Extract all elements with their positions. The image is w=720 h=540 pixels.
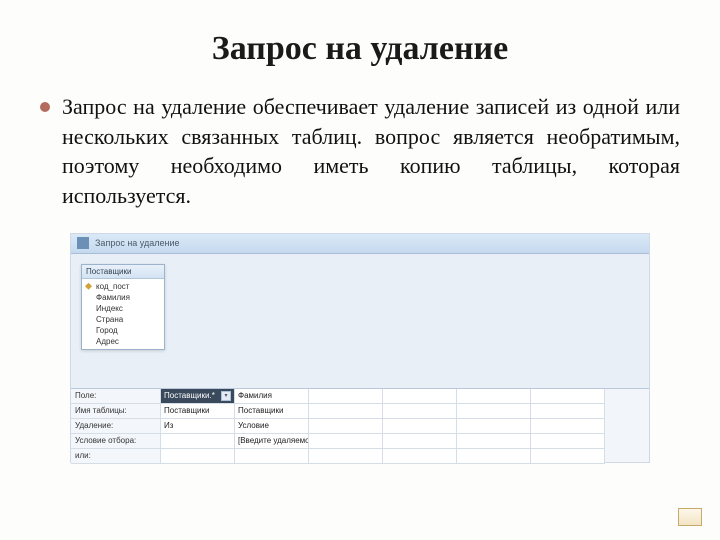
design-grid: Поле: Имя таблицы: Удаление: Условие отб… (71, 389, 649, 464)
grid-cell-field[interactable]: Фамилия (235, 389, 308, 404)
app-icon (77, 237, 89, 249)
grid-cell-criteria[interactable]: [Введите удаляемого] (235, 434, 308, 449)
field-item[interactable]: Страна (82, 314, 164, 325)
field-item[interactable]: код_пост (82, 281, 164, 292)
row-header-table: Имя таблицы: (71, 404, 161, 419)
grid-column-2[interactable]: Фамилия Поставщики Условие [Введите удал… (235, 389, 309, 464)
field-item[interactable]: Адрес (82, 336, 164, 347)
bullet-icon (40, 102, 50, 112)
embedded-screenshot: Запрос на удаление Поставщики код_пост Ф… (70, 233, 650, 463)
row-header-delete: Удаление: (71, 419, 161, 434)
row-header-or: или: (71, 449, 161, 464)
chevron-down-icon[interactable]: ▾ (221, 391, 231, 401)
grid-row-headers: Поле: Имя таблицы: Удаление: Условие отб… (71, 389, 161, 464)
window-title: Запрос на удаление (95, 238, 180, 248)
grid-cell-table[interactable]: Поставщики (161, 404, 234, 419)
grid-cell-table[interactable]: Поставщики (235, 404, 308, 419)
grid-cell-field[interactable]: Поставщики.*▾ (161, 389, 234, 404)
field-item[interactable]: Индекс (82, 303, 164, 314)
field-item[interactable]: Город (82, 325, 164, 336)
body-paragraph: Запрос на удаление обеспечивает удаление… (62, 92, 680, 211)
field-item[interactable]: Фамилия (82, 292, 164, 303)
grid-cell-or[interactable] (235, 449, 308, 464)
grid-cell-delete[interactable]: Условие (235, 419, 308, 434)
grid-cell-delete[interactable]: Из (161, 419, 234, 434)
fieldlist-items: код_пост Фамилия Индекс Страна Город Адр… (82, 279, 164, 349)
grid-cell-criteria[interactable] (161, 434, 234, 449)
window-titlebar: Запрос на удаление (71, 234, 649, 254)
table-fieldlist[interactable]: Поставщики код_пост Фамилия Индекс Стран… (81, 264, 165, 350)
grid-cell-or[interactable] (161, 449, 234, 464)
row-header-criteria: Условие отбора: (71, 434, 161, 449)
grid-column-empty[interactable] (309, 389, 383, 464)
grid-column-1[interactable]: Поставщики.*▾ Поставщики Из (161, 389, 235, 464)
grid-column-empty[interactable] (531, 389, 605, 464)
slide-title: Запрос на удаление (40, 30, 680, 68)
fieldlist-header: Поставщики (82, 265, 164, 279)
design-top-pane: Поставщики код_пост Фамилия Индекс Стран… (71, 254, 649, 389)
grid-column-empty[interactable] (383, 389, 457, 464)
row-header-field: Поле: (71, 389, 161, 404)
grid-column-empty[interactable] (457, 389, 531, 464)
